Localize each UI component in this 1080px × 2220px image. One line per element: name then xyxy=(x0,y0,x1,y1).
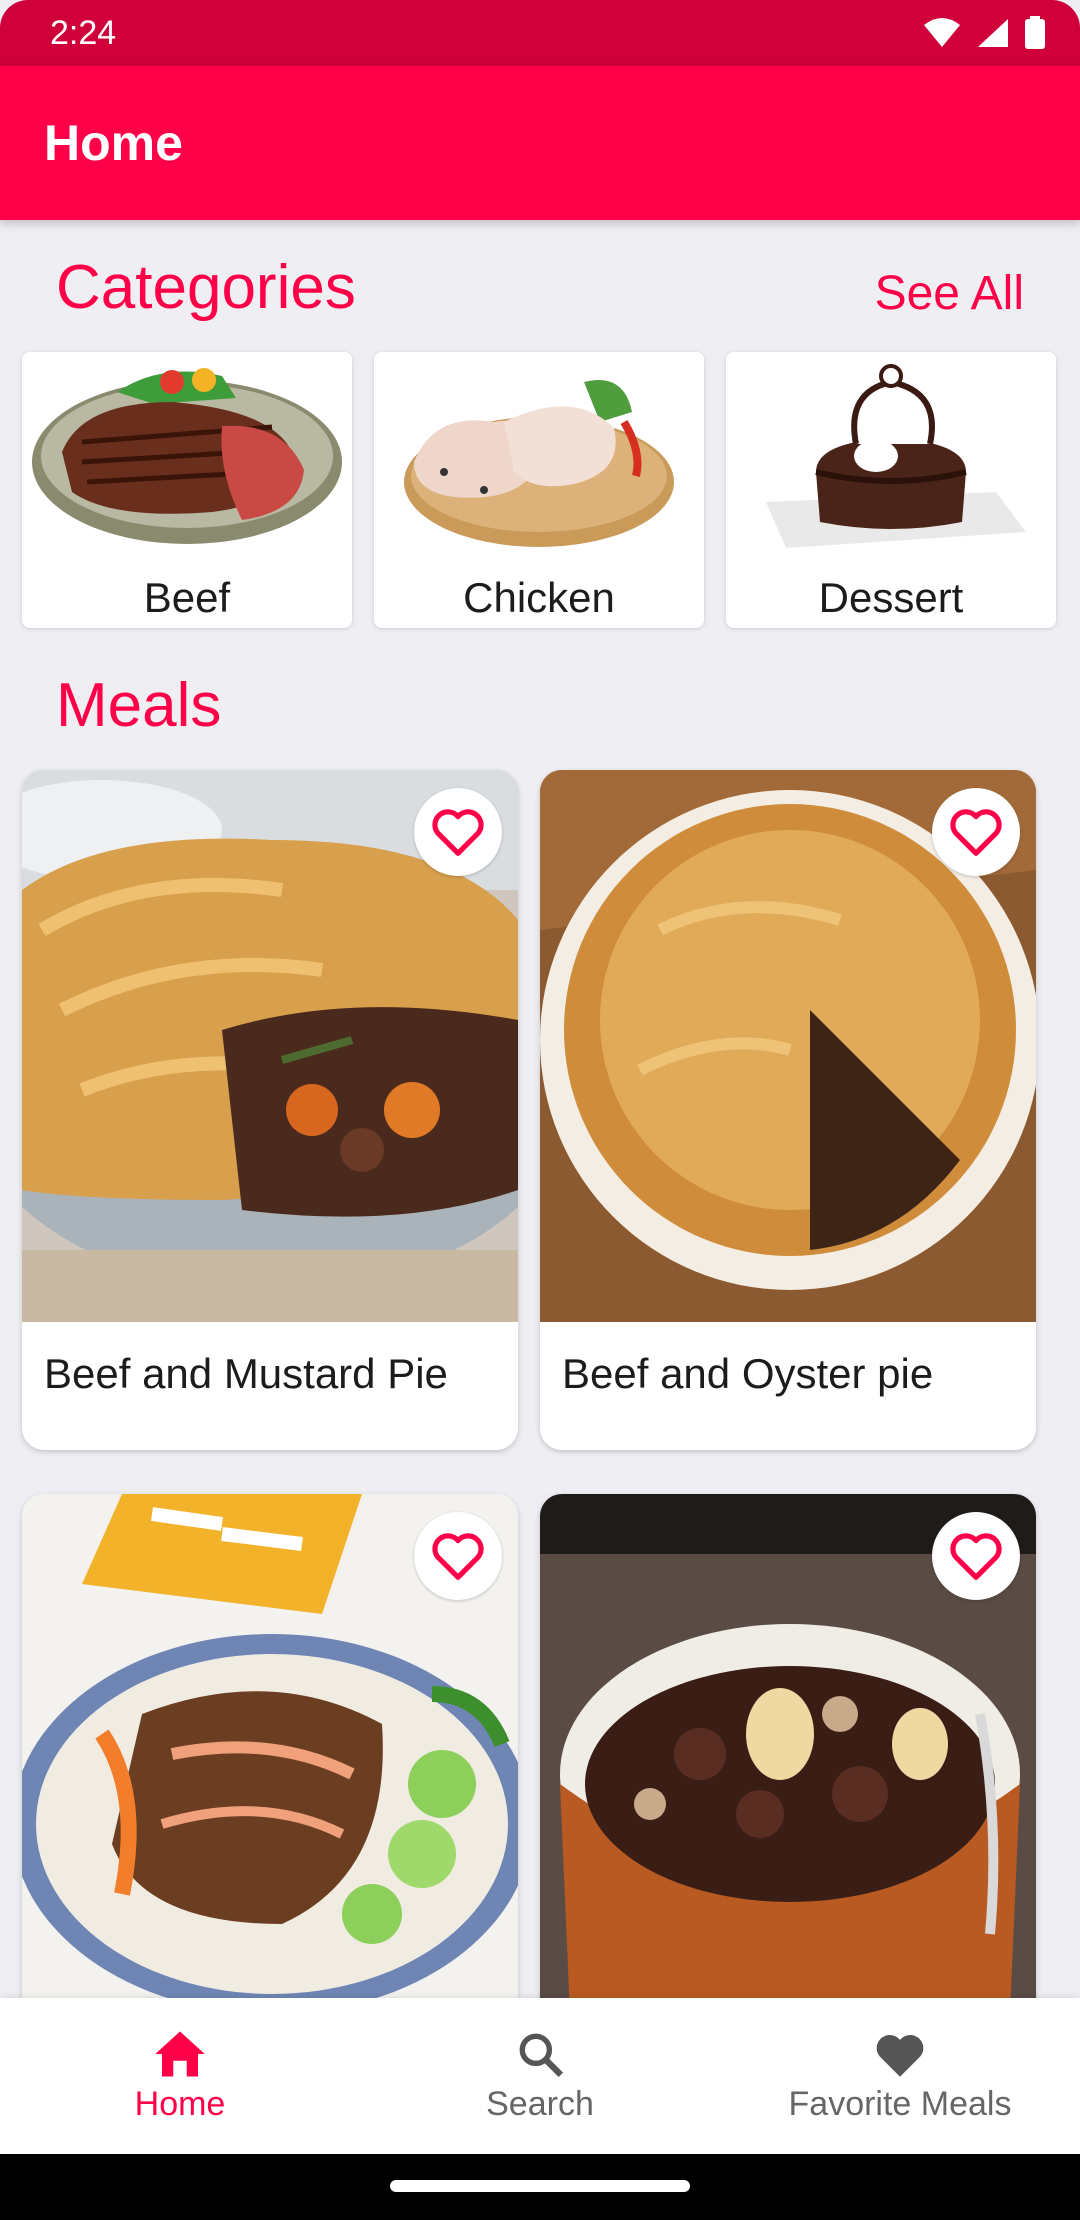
home-gesture-handle[interactable] xyxy=(390,2180,690,2192)
nav-item-favorite-meals[interactable]: Favorite Meals xyxy=(720,1998,1080,2154)
heart-outline-icon xyxy=(950,1533,1002,1580)
meal-card[interactable] xyxy=(22,1494,518,2054)
meals-title: Meals xyxy=(56,671,222,740)
page-title: Home xyxy=(44,115,183,171)
battery-icon xyxy=(1025,16,1045,49)
nav-label: Favorite Meals xyxy=(788,2084,1012,2123)
chicken-image xyxy=(374,352,704,562)
meal-card[interactable]: Beef and Mustard Pie xyxy=(22,770,518,1450)
status-icons xyxy=(922,16,1046,50)
beef-image xyxy=(22,352,352,562)
category-card-beef[interactable]: Beef xyxy=(22,352,352,628)
app-bar: Home xyxy=(0,66,1080,220)
favorite-button[interactable] xyxy=(932,788,1020,876)
favorite-button[interactable] xyxy=(414,1512,502,1600)
heart-outline-icon xyxy=(950,809,1002,856)
category-label: Dessert xyxy=(818,574,964,621)
dessert-image xyxy=(726,352,1056,562)
favorite-button[interactable] xyxy=(414,788,502,876)
home-icon xyxy=(155,2031,205,2076)
signal-icon xyxy=(978,19,1008,47)
nav-item-home[interactable]: Home xyxy=(0,1998,360,2154)
nav-item-search[interactable]: Search xyxy=(360,1998,720,2154)
meal-card[interactable] xyxy=(540,1494,1036,2054)
bottom-navigation: Home Search Favorite Meals xyxy=(0,1998,1080,2154)
favorite-button[interactable] xyxy=(932,1512,1020,1600)
category-label: Beef xyxy=(143,574,231,621)
system-navigation-bar xyxy=(0,2154,1080,2220)
nav-label: Search xyxy=(486,2084,594,2123)
status-time: 2:24 xyxy=(50,13,117,52)
category-label: Chicken xyxy=(463,574,615,621)
categories-title: Categories xyxy=(56,253,356,322)
category-card-dessert[interactable]: Dessert xyxy=(726,352,1056,628)
wifi-icon xyxy=(924,18,960,47)
category-card-chicken[interactable]: Chicken xyxy=(374,352,704,628)
heart-outline-icon xyxy=(432,809,484,856)
search-icon xyxy=(519,2033,564,2077)
nav-label: Home xyxy=(134,2084,226,2123)
meal-name: Beef and Oyster pie xyxy=(562,1350,934,1397)
heart-outline-icon xyxy=(432,1533,484,1580)
meal-name: Beef and Mustard Pie xyxy=(44,1350,448,1397)
heart-icon xyxy=(876,2034,924,2077)
meal-card[interactable]: Beef and Oyster pie xyxy=(540,770,1036,1450)
status-bar: 2:24 xyxy=(0,0,1080,66)
see-all-link[interactable]: See All xyxy=(875,266,1024,321)
